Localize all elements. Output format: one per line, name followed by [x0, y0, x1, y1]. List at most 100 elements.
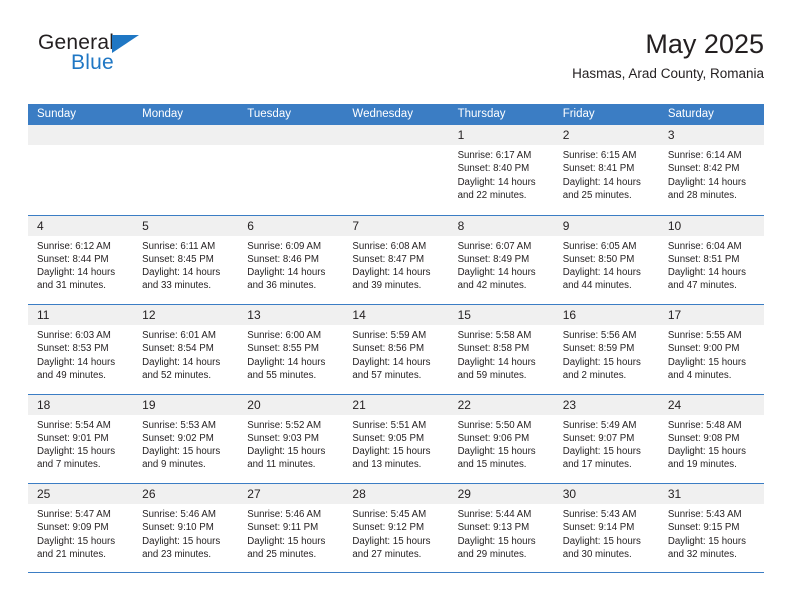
weekday-header-saturday: Saturday	[667, 108, 714, 120]
day-cell[interactable]: 13 Sunrise: 6:00 AM Sunset: 8:55 PM Dayl…	[238, 305, 344, 394]
day-number: 17	[667, 308, 682, 322]
day-number: 7	[352, 218, 360, 233]
day-cell[interactable]: 3 Sunrise: 6:14 AM Sunset: 8:42 PM Dayli…	[658, 125, 764, 215]
daylight-text: Daylight: 14 hours	[352, 267, 431, 279]
day-cell[interactable]: 20 Sunrise: 5:52 AM Sunset: 9:03 PM Dayl…	[238, 394, 344, 483]
daylight-text: Daylight: 14 hours	[352, 356, 431, 368]
sunrise-text: Sunrise: 5:49 AM	[562, 419, 637, 431]
day-cell	[28, 125, 134, 215]
daylight-text-cont: and 28 minutes.	[667, 189, 737, 201]
day-cell[interactable]: 30 Sunrise: 5:43 AM Sunset: 9:14 PM Dayl…	[553, 484, 659, 572]
day-cell[interactable]: 7 Sunrise: 6:08 AM Sunset: 8:47 PM Dayli…	[343, 215, 449, 304]
sunset-text: Sunset: 8:51 PM	[667, 253, 740, 265]
day-number: 25	[37, 487, 51, 501]
daylight-text: Daylight: 15 hours	[247, 535, 326, 547]
day-cell[interactable]: 21 Sunrise: 5:51 AM Sunset: 9:05 PM Dayl…	[343, 394, 449, 483]
day-cell[interactable]: 10 Sunrise: 6:04 AM Sunset: 8:51 PM Dayl…	[658, 215, 764, 304]
sunset-text: Sunset: 9:12 PM	[352, 522, 425, 534]
day-cell[interactable]: 27 Sunrise: 5:46 AM Sunset: 9:11 PM Dayl…	[238, 484, 344, 572]
sunrise-text: Sunrise: 6:09 AM	[247, 240, 322, 252]
day-cell[interactable]: 6 Sunrise: 6:09 AM Sunset: 8:46 PM Dayli…	[238, 215, 344, 304]
week-row: 4 Sunrise: 6:12 AM Sunset: 8:44 PM Dayli…	[28, 214, 764, 304]
day-number: 13	[247, 308, 261, 322]
daylight-text-cont: and 25 minutes.	[247, 548, 317, 560]
day-cell[interactable]: 12 Sunrise: 6:01 AM Sunset: 8:54 PM Dayl…	[133, 305, 239, 394]
day-cell[interactable]: 14 Sunrise: 5:59 AM Sunset: 8:56 PM Dayl…	[343, 305, 449, 394]
sunset-text: Sunset: 8:46 PM	[247, 253, 319, 265]
daylight-text-cont: and 57 minutes.	[352, 369, 422, 381]
daylight-text-cont: and 4 minutes.	[667, 369, 732, 381]
daylight-text-cont: and 44 minutes.	[562, 280, 632, 292]
sunset-text: Sunset: 9:07 PM	[562, 432, 635, 444]
sunrise-text: Sunrise: 6:05 AM	[562, 240, 637, 252]
daylight-text-cont: and 29 minutes.	[457, 548, 527, 560]
day-cell	[238, 125, 344, 215]
daylight-text: Daylight: 15 hours	[142, 535, 221, 547]
day-number: 30	[562, 487, 577, 501]
daylight-text-cont: and 47 minutes.	[667, 280, 737, 292]
daylight-text: Daylight: 14 hours	[457, 176, 536, 188]
day-cell[interactable]: 26 Sunrise: 5:46 AM Sunset: 9:10 PM Dayl…	[133, 484, 239, 572]
day-number: 9	[562, 218, 570, 233]
day-cell[interactable]: 29 Sunrise: 5:44 AM Sunset: 9:13 PM Dayl…	[448, 484, 554, 572]
week-row: 1 Sunrise: 6:17 AM Sunset: 8:40 PM Dayli…	[28, 125, 764, 215]
day-cell[interactable]: 22 Sunrise: 5:50 AM Sunset: 9:06 PM Dayl…	[448, 394, 554, 483]
sunset-text: Sunset: 8:49 PM	[457, 253, 530, 265]
sunset-text: Sunset: 8:56 PM	[352, 343, 425, 355]
day-cell[interactable]: 9 Sunrise: 6:05 AM Sunset: 8:50 PM Dayli…	[553, 215, 659, 304]
day-cell[interactable]: 16 Sunrise: 5:56 AM Sunset: 8:59 PM Dayl…	[553, 305, 659, 394]
sunset-text: Sunset: 8:44 PM	[37, 253, 109, 265]
week-row: 18 Sunrise: 5:54 AM Sunset: 9:01 PM Dayl…	[28, 393, 764, 483]
day-number: 2	[562, 128, 570, 142]
day-cell[interactable]: 2 Sunrise: 6:15 AM Sunset: 8:41 PM Dayli…	[553, 125, 659, 215]
daylight-text: Daylight: 14 hours	[667, 267, 746, 279]
day-cell[interactable]: 17 Sunrise: 5:55 AM Sunset: 9:00 PM Dayl…	[658, 305, 764, 394]
brand-logo[interactable]: General Blue	[38, 32, 238, 88]
day-number: 4	[37, 218, 44, 233]
day-cell[interactable]: 11 Sunrise: 6:03 AM Sunset: 8:53 PM Dayl…	[28, 305, 134, 394]
sunset-text: Sunset: 8:53 PM	[37, 343, 109, 355]
sunset-text: Sunset: 8:58 PM	[457, 343, 530, 355]
sunrise-text: Sunrise: 5:46 AM	[247, 509, 322, 520]
day-number: 21	[352, 397, 366, 412]
day-cell[interactable]: 4 Sunrise: 6:12 AM Sunset: 8:44 PM Dayli…	[28, 215, 134, 304]
daylight-text-cont: and 39 minutes.	[352, 280, 422, 292]
sunrise-text: Sunrise: 5:52 AM	[247, 419, 322, 431]
daylight-text: Daylight: 14 hours	[457, 267, 536, 279]
sunset-text: Sunset: 9:15 PM	[667, 522, 740, 534]
day-cell[interactable]: 15 Sunrise: 5:58 AM Sunset: 8:58 PM Dayl…	[448, 305, 554, 394]
sunset-text: Sunset: 9:00 PM	[667, 343, 740, 355]
weekday-header-row: Sunday Monday Tuesday Wednesday Thursday…	[28, 104, 764, 125]
day-cell[interactable]: 1 Sunrise: 6:17 AM Sunset: 8:40 PM Dayli…	[448, 125, 554, 215]
calendar-page: General Blue May 2025 Hasmas, Arad Count…	[0, 0, 792, 612]
day-cell[interactable]: 31 Sunrise: 5:43 AM Sunset: 9:15 PM Dayl…	[658, 484, 764, 572]
daylight-text: Daylight: 15 hours	[247, 446, 326, 458]
weekday-header-monday: Monday	[142, 108, 184, 120]
daylight-text: Daylight: 15 hours	[562, 535, 641, 547]
day-cell[interactable]: 23 Sunrise: 5:49 AM Sunset: 9:07 PM Dayl…	[553, 394, 659, 483]
day-number: 16	[562, 308, 577, 322]
sunset-text: Sunset: 9:03 PM	[247, 432, 319, 444]
daylight-text: Daylight: 15 hours	[37, 446, 116, 458]
day-cell[interactable]: 8 Sunrise: 6:07 AM Sunset: 8:49 PM Dayli…	[448, 215, 554, 304]
sunrise-text: Sunrise: 5:56 AM	[562, 330, 637, 341]
day-number: 26	[142, 487, 156, 501]
week-row: 11 Sunrise: 6:03 AM Sunset: 8:53 PM Dayl…	[28, 304, 764, 394]
day-cell[interactable]: 28 Sunrise: 5:45 AM Sunset: 9:12 PM Dayl…	[343, 484, 449, 572]
day-cell[interactable]: 24 Sunrise: 5:48 AM Sunset: 9:08 PM Dayl…	[658, 394, 764, 483]
sunrise-text: Sunrise: 6:00 AM	[247, 330, 322, 341]
daylight-text: Daylight: 14 hours	[142, 267, 221, 279]
day-number: 28	[352, 487, 366, 501]
day-number: 29	[457, 487, 471, 501]
sunset-text: Sunset: 9:10 PM	[142, 522, 214, 534]
sunset-text: Sunset: 9:01 PM	[37, 432, 109, 444]
sunset-text: Sunset: 9:08 PM	[667, 432, 740, 444]
sunrise-text: Sunrise: 5:59 AM	[352, 330, 427, 341]
day-cell[interactable]: 18 Sunrise: 5:54 AM Sunset: 9:01 PM Dayl…	[28, 394, 134, 483]
daylight-text-cont: and 9 minutes.	[142, 459, 206, 471]
day-cell[interactable]: 5 Sunrise: 6:11 AM Sunset: 8:45 PM Dayli…	[133, 215, 239, 304]
day-cell[interactable]: 19 Sunrise: 5:53 AM Sunset: 9:02 PM Dayl…	[133, 394, 239, 483]
day-cell[interactable]: 25 Sunrise: 5:47 AM Sunset: 9:09 PM Dayl…	[28, 484, 134, 572]
sunrise-text: Sunrise: 5:47 AM	[37, 509, 111, 520]
daylight-text: Daylight: 14 hours	[37, 267, 116, 279]
